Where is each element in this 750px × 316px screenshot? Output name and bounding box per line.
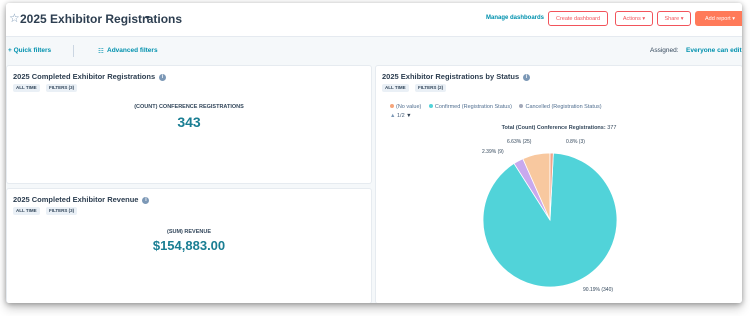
metric-label: (SUM) REVENUE — [166, 229, 211, 235]
dashboard-title[interactable]: 2025 Exhibitor Registrations — [20, 12, 182, 26]
pager-text: 1/2 — [396, 113, 405, 119]
add-report-button[interactable]: Add report ▾ — [695, 11, 742, 26]
card-title-text: 2025 Completed Exhibitor Revenue — [13, 195, 139, 204]
favorite-star-icon[interactable]: ☆ — [9, 11, 20, 25]
assigned-label: Assigned: — [650, 47, 679, 54]
filters-tag[interactable]: FILTERS (2) — [415, 84, 447, 92]
legend-label: (No value) — [396, 104, 422, 110]
date-range-tag[interactable]: ALL TIME — [13, 84, 40, 92]
legend-swatch — [390, 104, 394, 108]
legend-item[interactable]: Cancelled (Registration Status) — [519, 104, 602, 110]
date-range-tag[interactable]: ALL TIME — [13, 207, 40, 215]
dashboard-header: ☆ 2025 Exhibitor Registrations ▼ Manage … — [6, 3, 742, 37]
card-title: 2025 Exhibitor Registrations by Status i — [382, 72, 531, 81]
metric-value: 343 — [177, 114, 201, 130]
card-title: 2025 Completed Exhibitor Registrations i — [13, 72, 167, 81]
legend-swatch — [519, 104, 524, 108]
divider — [73, 45, 74, 57]
report-card-registrations[interactable]: 2025 Completed Exhibitor Registrations i … — [7, 66, 371, 183]
dashboard-switch-caret-icon[interactable]: ▼ — [144, 15, 151, 22]
slice-label: 0.8% (3) — [566, 139, 585, 145]
info-icon[interactable]: i — [159, 74, 167, 81]
legend-item[interactable]: (No value) — [390, 104, 421, 110]
legend-pager[interactable]: ▲ 1/2 ▼ — [390, 113, 412, 119]
pager-down-icon[interactable]: ▼ — [406, 113, 411, 119]
legend-swatch — [428, 104, 433, 108]
total-value: 377 — [607, 125, 617, 131]
card-title-text: 2025 Exhibitor Registrations by Status — [382, 72, 520, 81]
legend-label: Confirmed (Registration Status) — [434, 104, 512, 110]
chart-legend: (No value) Confirmed (Registration Statu… — [390, 104, 608, 110]
pager-up-icon[interactable]: ▲ — [390, 113, 395, 119]
slice-label: 90.19% (340) — [583, 287, 614, 293]
filters-tag[interactable]: FILTERS (3) — [46, 207, 78, 215]
create-dashboard-button[interactable]: Create dashboard — [548, 11, 608, 26]
manage-dashboards-link[interactable]: Manage dashboards — [486, 15, 544, 21]
filter-sliders-icon: ☷ — [98, 48, 104, 55]
legend-item[interactable]: Confirmed (Registration Status) — [428, 104, 512, 110]
report-card-revenue[interactable]: 2025 Completed Exhibitor Revenue i ALL TI… — [7, 189, 371, 303]
quick-filters-button[interactable]: + Quick filters — [8, 47, 51, 54]
metric-value: $154,883.00 — [152, 238, 226, 253]
chart-total: Total (Count) Conference Registrations: … — [376, 125, 742, 131]
card-title: 2025 Completed Exhibitor Revenue i — [13, 195, 150, 204]
filters-tag[interactable]: FILTERS (3) — [46, 84, 78, 92]
date-range-tag[interactable]: ALL TIME — [382, 84, 409, 92]
info-icon[interactable]: i — [142, 197, 150, 204]
slice-label: 2.39% (9) — [482, 149, 504, 155]
metric-label: (COUNT) CONFERENCE REGISTRATIONS — [134, 104, 244, 110]
share-button[interactable]: Share ▾ — [657, 11, 691, 26]
assigned-value-link[interactable]: Everyone can edit — [686, 47, 742, 54]
total-label: Total (Count) Conference Registrations: — [501, 125, 606, 131]
pie-chart — [482, 152, 618, 288]
legend-label: Cancelled (Registration Status) — [525, 104, 602, 110]
card-title-text: 2025 Completed Exhibitor Registrations — [13, 72, 156, 81]
actions-button[interactable]: Actions ▾ — [615, 11, 653, 26]
dashboard-window: ☆ 2025 Exhibitor Registrations ▼ Manage … — [6, 3, 742, 303]
filter-bar: + Quick filters ☷ Advanced filters Assig… — [6, 43, 742, 61]
slice-label: 6.63% (25) — [507, 139, 532, 145]
advanced-filters-button[interactable]: Advanced filters — [107, 47, 158, 54]
report-card-status-pie[interactable]: 2025 Exhibitor Registrations by Status i … — [376, 66, 742, 303]
info-icon[interactable]: i — [523, 74, 531, 81]
